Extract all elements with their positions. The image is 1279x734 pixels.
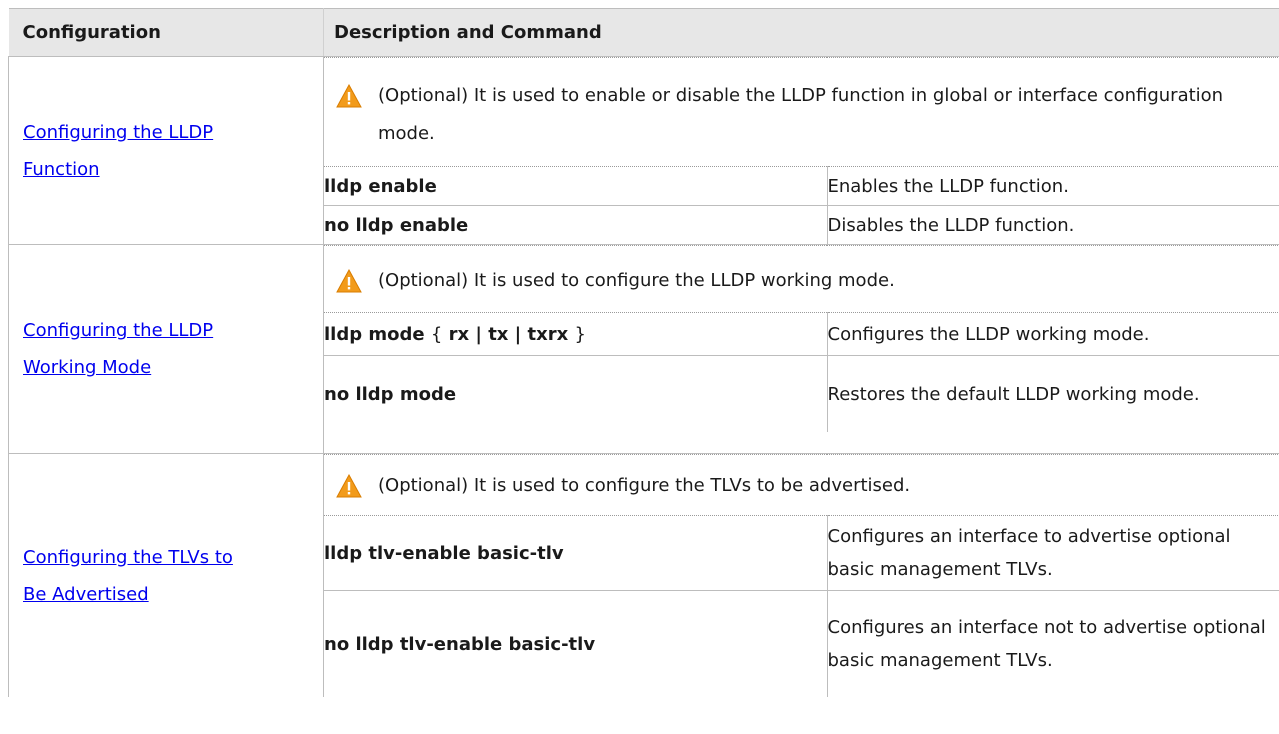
note-cell: (Optional) It is used to configure the L… <box>324 245 1279 313</box>
link-line-1: Configuring the TLVs to <box>23 546 233 568</box>
note: (Optional) It is used to configure the L… <box>336 262 1268 300</box>
command-prefix: lldp mode <box>324 323 425 345</box>
note-cell: (Optional) It is used to enable or disab… <box>324 57 1279 167</box>
note-row: (Optional) It is used to configure the L… <box>324 245 1279 313</box>
link-configuring-tlvs-advertised[interactable]: Configuring the TLVs to Be Advertised <box>23 539 315 613</box>
link-line-1: Configuring the LLDP <box>23 121 214 143</box>
warning-icon <box>336 269 362 293</box>
command-description: Configures an interface not to advertise… <box>827 617 1266 671</box>
command-description: Disables the LLDP function. <box>827 214 1075 236</box>
note: (Optional) It is used to enable or disab… <box>336 77 1268 153</box>
section-row-tlvs-advertised: Configuring the TLVs to Be Advertised (O… <box>8 453 1279 697</box>
table-header-row: Configuration Description and Command <box>8 8 1279 57</box>
command-description: Configures the LLDP working mode. <box>827 312 1279 356</box>
command-text: no lldp tlv-enable basic-tlv <box>324 590 828 697</box>
command-text: no lldp enable <box>324 205 828 244</box>
note-row: (Optional) It is used to configure the T… <box>324 454 1279 516</box>
config-cell: Configuring the TLVs to Be Advertised <box>8 453 324 697</box>
config-cell: Configuring the LLDP Working Mode <box>8 244 324 454</box>
description-subtable: (Optional) It is used to configure the L… <box>324 245 1279 432</box>
note-text: (Optional) It is used to enable or disab… <box>378 85 1224 144</box>
command-row: lldp mode { rx | tx | txrx } Configures … <box>324 312 1279 356</box>
command-row: lldp enable Enables the LLDP function. <box>324 166 1279 206</box>
command-row: no lldp enable Disables the LLDP functio… <box>324 205 1279 244</box>
header-description-command: Description and Command <box>323 8 1279 57</box>
command-text: lldp tlv-enable basic-tlv <box>324 515 828 591</box>
warning-icon <box>336 474 362 498</box>
brace-close: } <box>574 323 586 345</box>
command-description: Restores the default LLDP working mode. <box>827 383 1200 405</box>
command-text: lldp enable <box>324 166 828 206</box>
command-description: Enables the LLDP function. <box>827 166 1279 206</box>
description-cell: (Optional) It is used to configure the L… <box>323 244 1279 454</box>
command-row: no lldp tlv-enable basic-tlv Configures … <box>324 590 1279 697</box>
config-cell: Configuring the LLDP Function <box>8 56 324 245</box>
command-text: lldp mode { rx | tx | txrx } <box>324 312 828 356</box>
link-configuring-lldp-function[interactable]: Configuring the LLDP Function <box>23 114 315 188</box>
note-text: (Optional) It is used to configure the T… <box>378 475 911 496</box>
command-row: lldp tlv-enable basic-tlv Configures an … <box>324 515 1279 591</box>
section-row-lldp-working-mode: Configuring the LLDP Working Mode (Optio… <box>8 244 1279 454</box>
note-row: (Optional) It is used to enable or disab… <box>324 57 1279 167</box>
link-line-2: Be Advertised <box>23 583 149 605</box>
command-args: rx | tx | txrx <box>448 323 569 345</box>
link-line-2: Function <box>23 158 100 180</box>
description-cell: (Optional) It is used to enable or disab… <box>323 56 1279 245</box>
note-cell: (Optional) It is used to configure the T… <box>324 454 1279 516</box>
note-text: (Optional) It is used to configure the L… <box>378 270 895 291</box>
link-configuring-lldp-working-mode[interactable]: Configuring the LLDP Working Mode <box>23 312 315 386</box>
description-subtable: (Optional) It is used to configure the T… <box>324 454 1279 697</box>
description-subtable: (Optional) It is used to enable or disab… <box>324 57 1279 244</box>
command-row: no lldp mode Restores the default LLDP w… <box>324 355 1279 432</box>
command-text: no lldp mode <box>324 355 828 432</box>
section-row-lldp-function: Configuring the LLDP Function (Optional)… <box>8 56 1279 245</box>
brace-open: { <box>430 323 443 345</box>
configuration-table: Configuration Description and Command Co… <box>8 8 1279 697</box>
link-line-1: Configuring the LLDP <box>23 320 214 341</box>
command-description: Configures an interface to advertise opt… <box>827 515 1279 591</box>
header-configuration: Configuration <box>8 8 324 57</box>
warning-icon <box>336 84 362 108</box>
description-cell: (Optional) It is used to configure the T… <box>323 453 1279 697</box>
note: (Optional) It is used to configure the T… <box>336 467 1268 505</box>
link-line-2: Working Mode <box>23 357 152 378</box>
